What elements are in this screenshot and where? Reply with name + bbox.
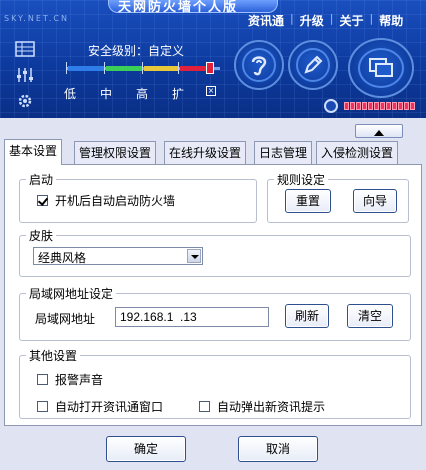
other-settings-legend: 其他设置 (26, 347, 81, 364)
close-small-icon[interactable]: × (206, 86, 216, 96)
tab-bar: 基本设置 管理权限设置 在线升级设置 日志管理 入侵检测设置 (0, 139, 426, 165)
meter-dot (362, 102, 367, 110)
lan-address-label: 局域网地址 (35, 312, 96, 326)
security-level-slider[interactable] (66, 62, 220, 74)
tab-online-upgrade[interactable]: 在线升级设置 (164, 141, 247, 164)
meter-dot (386, 102, 391, 110)
settings-gear-icon[interactable] (14, 92, 36, 110)
reset-button[interactable]: 重置 (285, 189, 331, 213)
ear-icon (251, 56, 267, 76)
level-high-label: 高 (136, 87, 149, 101)
menu-separator: | (329, 12, 334, 25)
firewall-window: 天网防火墙个人版 SKY.NET.CN 资讯通 | 升级 | 关于 | 帮助 安… (0, 0, 426, 470)
meter-dot (398, 102, 403, 110)
tab-basic-settings[interactable]: 基本设置 (4, 139, 63, 165)
status-indicator (322, 98, 426, 116)
popup-news-checkbox[interactable] (199, 401, 210, 412)
slider-tick (104, 62, 105, 74)
top-menu: 资讯通 | 升级 | 关于 | 帮助 (248, 12, 403, 29)
level-medium-segment (106, 66, 142, 71)
tab-log-management[interactable]: 日志管理 (254, 141, 313, 164)
startup-legend: 启动 (26, 171, 57, 188)
popup-news-label: 自动弹出新资讯提示 (217, 400, 326, 414)
menu-separator: | (290, 12, 294, 25)
meter-dot (344, 102, 349, 110)
menu-news[interactable]: 资讯通 (248, 12, 284, 29)
meter-dot (392, 102, 397, 110)
alarm-sound-label: 报警声音 (55, 373, 104, 387)
skin-select[interactable]: 经典风格 (33, 247, 203, 265)
alarm-sound-checkbox[interactable] (37, 374, 48, 385)
meter-dot (368, 102, 373, 110)
slider-tick (142, 62, 143, 74)
open-news-window-checkbox[interactable] (37, 401, 48, 412)
ok-button[interactable]: 确定 (106, 436, 186, 462)
meter-dot (374, 102, 379, 110)
dialog-footer: 确定 取消 (0, 428, 426, 470)
menu-help[interactable]: 帮助 (379, 12, 403, 29)
menu-upgrade[interactable]: 升级 (300, 12, 324, 29)
basic-settings-panel: 启动 开机后自动启动防火墙 规则设定 重置 向导 皮肤 经典风格 局域网地址设定… (4, 164, 422, 426)
lan-legend: 局域网地址设定 (26, 285, 117, 302)
meter-dot (410, 102, 415, 110)
menu-separator: | (369, 12, 374, 25)
level-extended-label: 扩 (172, 87, 185, 101)
slider-thumb[interactable] (206, 62, 214, 74)
slider-tick (178, 62, 179, 74)
chevron-down-icon[interactable] (187, 249, 201, 263)
cancel-button[interactable]: 取消 (238, 436, 318, 462)
monitor-icon (369, 58, 393, 77)
listen-ear-button[interactable] (234, 40, 284, 90)
level-low-segment (68, 66, 104, 71)
clear-button[interactable]: 清空 (347, 304, 393, 328)
meter-dot (404, 102, 409, 110)
arrow-up-icon (374, 130, 384, 136)
tab-intrusion-detection[interactable]: 入侵检测设置 (316, 141, 399, 164)
refresh-button[interactable]: 刷新 (285, 304, 329, 328)
collapse-button[interactable] (355, 124, 403, 138)
security-level-label: 安全级别：自定义 (88, 44, 185, 58)
autostart-checkbox[interactable] (37, 195, 48, 206)
level-low-label: 低 (64, 87, 77, 101)
level-medium-label: 中 (100, 87, 113, 101)
lan-address-input[interactable]: 192.168.1 .13 (115, 307, 269, 327)
rules-legend: 规则设定 (274, 171, 329, 188)
meter-dot (356, 102, 361, 110)
app-rules-icon[interactable] (14, 40, 36, 58)
wizard-button[interactable]: 向导 (353, 189, 397, 213)
skin-legend: 皮肤 (26, 227, 57, 244)
tab-permission-settings[interactable]: 管理权限设置 (74, 141, 157, 164)
status-gear-icon[interactable] (324, 99, 338, 113)
meter-dot (380, 102, 385, 110)
level-high-segment (144, 66, 178, 71)
header-banner: 天网防火墙个人版 SKY.NET.CN 资讯通 | 升级 | 关于 | 帮助 安… (0, 0, 426, 118)
autostart-label: 开机后自动启动防火墙 (55, 194, 176, 208)
menu-about[interactable]: 关于 (339, 12, 363, 29)
open-news-window-label: 自动打开资讯通窗口 (55, 400, 164, 414)
meter-dot (350, 102, 355, 110)
equalizer-icon[interactable] (14, 66, 36, 84)
window-title: 天网防火墙个人版 (118, 0, 239, 15)
network-status-button[interactable] (348, 38, 414, 98)
edit-rules-button[interactable] (288, 40, 338, 90)
site-text: SKY.NET.CN (4, 14, 69, 23)
traffic-meter (344, 102, 415, 110)
slider-tick (66, 62, 67, 74)
skin-select-value: 经典风格 (38, 251, 87, 265)
pencil-icon (304, 55, 323, 74)
